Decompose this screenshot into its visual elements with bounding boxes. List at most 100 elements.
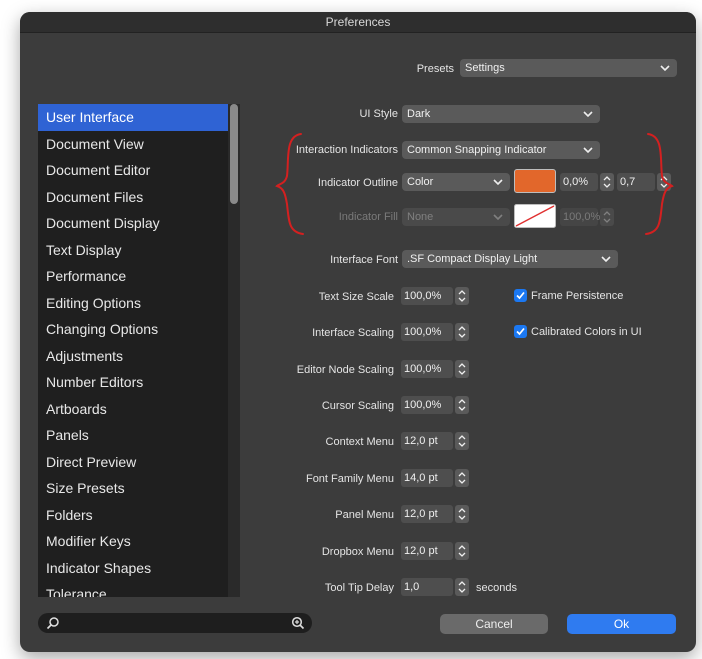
- indicator-outline-value: Color: [407, 176, 434, 188]
- sidebar-item-editing-options[interactable]: Editing Options: [38, 290, 240, 317]
- frame-persistence-label: Frame Persistence: [531, 290, 624, 302]
- tool-tip-delay-stepper[interactable]: [455, 578, 469, 596]
- presets-value: Settings: [465, 62, 505, 74]
- sidebar-item-performance[interactable]: Performance: [38, 263, 240, 290]
- sidebar-item-document-display[interactable]: Document Display: [38, 210, 240, 237]
- font-family-menu-stepper[interactable]: [455, 469, 469, 487]
- context-menu-field[interactable]: 12,0 pt: [401, 432, 453, 450]
- ui-style-label: UI Style: [359, 108, 398, 120]
- interface-font-label: Interface Font: [330, 254, 398, 266]
- text-size-scale-stepper[interactable]: [455, 287, 469, 305]
- sidebar-item-artboards[interactable]: Artboards: [38, 396, 240, 423]
- chevron-down-icon: [601, 256, 611, 263]
- sidebar-item-size-presets[interactable]: Size Presets: [38, 475, 240, 502]
- interface-font-value: .SF Compact Display Light: [407, 253, 538, 265]
- sidebar-item-modifier-keys[interactable]: Modifier Keys: [38, 528, 240, 555]
- sidebar-item-changing-options[interactable]: Changing Options: [38, 316, 240, 343]
- fill-percent-field[interactable]: 100,0%: [560, 208, 600, 226]
- interface-scaling-field[interactable]: 100,0%: [401, 323, 453, 341]
- panel-menu-stepper[interactable]: [455, 505, 469, 523]
- stepper-icon: [458, 472, 466, 484]
- presets-label: Presets: [416, 63, 454, 75]
- zoom-search-icon[interactable]: [291, 616, 305, 630]
- dropbox-menu-stepper[interactable]: [455, 542, 469, 560]
- stepper-icon: [458, 290, 466, 302]
- calibrated-colors-checkbox[interactable]: [514, 325, 527, 338]
- indicator-outline-label: Indicator Outline: [317, 177, 398, 189]
- ok-button[interactable]: Ok: [567, 614, 676, 634]
- frame-persistence-checkbox[interactable]: [514, 289, 527, 302]
- sidebar-scrollbar[interactable]: [228, 104, 240, 597]
- panel-menu-label: Panel Menu: [335, 509, 394, 521]
- cursor-scaling-stepper[interactable]: [455, 396, 469, 414]
- sidebar-item-tolerance[interactable]: Tolerance: [38, 581, 240, 597]
- chevron-down-icon: [493, 214, 503, 221]
- outline-percent-field[interactable]: 0,0%: [560, 173, 598, 191]
- sidebar-item-panels[interactable]: Panels: [38, 422, 240, 449]
- text-size-scale-label: Text Size Scale: [318, 291, 394, 303]
- calibrated-colors-label: Calibrated Colors in UI: [531, 326, 642, 338]
- outline-width-stepper[interactable]: [657, 173, 671, 191]
- context-menu-stepper[interactable]: [455, 432, 469, 450]
- checkmark-icon: [516, 327, 525, 336]
- interface-font-popup[interactable]: .SF Compact Display Light: [402, 250, 618, 268]
- fill-percent-stepper[interactable]: [600, 208, 614, 226]
- search-icon: [46, 617, 59, 630]
- interaction-indicators-value: Common Snapping Indicator: [407, 144, 547, 156]
- fill-color-swatch[interactable]: [514, 204, 556, 228]
- presets-popup[interactable]: Settings: [460, 59, 677, 77]
- outline-percent-stepper[interactable]: [600, 173, 614, 191]
- chevron-down-icon: [583, 111, 593, 118]
- interface-scaling-label: Interface Scaling: [312, 327, 394, 339]
- stepper-icon: [458, 435, 466, 447]
- stepper-icon: [458, 399, 466, 411]
- scrollbar-thumb[interactable]: [230, 104, 238, 204]
- chevron-down-icon: [583, 147, 593, 154]
- font-family-menu-field[interactable]: 14,0 pt: [401, 469, 453, 487]
- checkmark-icon: [516, 291, 525, 300]
- sidebar-item-indicator-shapes[interactable]: Indicator Shapes: [38, 555, 240, 582]
- outline-color-swatch[interactable]: [514, 169, 556, 193]
- search-field[interactable]: [38, 613, 312, 633]
- search-input[interactable]: [64, 615, 288, 633]
- context-menu-label: Context Menu: [325, 436, 394, 448]
- preferences-window: Preferences Presets Settings User Interf…: [20, 12, 696, 652]
- text-size-scale-field[interactable]: 100,0%: [401, 287, 453, 305]
- sidebar-item-number-editors[interactable]: Number Editors: [38, 369, 240, 396]
- tool-tip-delay-unit: seconds: [476, 582, 517, 594]
- stepper-icon: [458, 545, 466, 557]
- sidebar-item-adjustments[interactable]: Adjustments: [38, 343, 240, 370]
- sidebar-item-document-view[interactable]: Document View: [38, 131, 240, 158]
- tool-tip-delay-field[interactable]: 1,0: [401, 578, 453, 596]
- dropbox-menu-field[interactable]: 12,0 pt: [401, 542, 453, 560]
- window-title: Preferences: [20, 12, 696, 33]
- interaction-indicators-label: Interaction Indicators: [295, 144, 398, 156]
- stepper-icon: [458, 508, 466, 520]
- stepper-icon: [603, 211, 611, 223]
- indicator-fill-value: None: [407, 211, 434, 223]
- sidebar-item-document-editor[interactable]: Document Editor: [38, 157, 240, 184]
- cursor-scaling-field[interactable]: 100,0%: [401, 396, 453, 414]
- sidebar-item-document-files[interactable]: Document Files: [38, 184, 240, 211]
- interface-scaling-stepper[interactable]: [455, 323, 469, 341]
- sidebar-item-text-display[interactable]: Text Display: [38, 237, 240, 264]
- panel-menu-field[interactable]: 12,0 pt: [401, 505, 453, 523]
- indicator-outline-popup[interactable]: Color: [402, 173, 510, 191]
- interaction-indicators-popup[interactable]: Common Snapping Indicator: [402, 141, 600, 159]
- dropbox-menu-label: Dropbox Menu: [321, 546, 394, 558]
- ui-style-value: Dark: [407, 108, 431, 120]
- sidebar-item-user-interface[interactable]: User Interface: [38, 104, 240, 131]
- cursor-scaling-label: Cursor Scaling: [321, 400, 394, 412]
- font-family-menu-label: Font Family Menu: [305, 473, 394, 485]
- cancel-button[interactable]: Cancel: [440, 614, 548, 634]
- indicator-fill-popup[interactable]: None: [402, 208, 510, 226]
- tool-tip-delay-label: Tool Tip Delay: [324, 582, 394, 594]
- editor-node-scaling-field[interactable]: 100,0%: [401, 360, 453, 378]
- category-list[interactable]: User Interface Document View Document Ed…: [38, 104, 240, 597]
- outline-width-field[interactable]: 0,7: [617, 173, 655, 191]
- sidebar-item-direct-preview[interactable]: Direct Preview: [38, 449, 240, 476]
- sidebar-item-folders[interactable]: Folders: [38, 502, 240, 529]
- editor-node-scaling-stepper[interactable]: [455, 360, 469, 378]
- ui-style-popup[interactable]: Dark: [402, 105, 600, 123]
- stepper-icon: [458, 326, 466, 338]
